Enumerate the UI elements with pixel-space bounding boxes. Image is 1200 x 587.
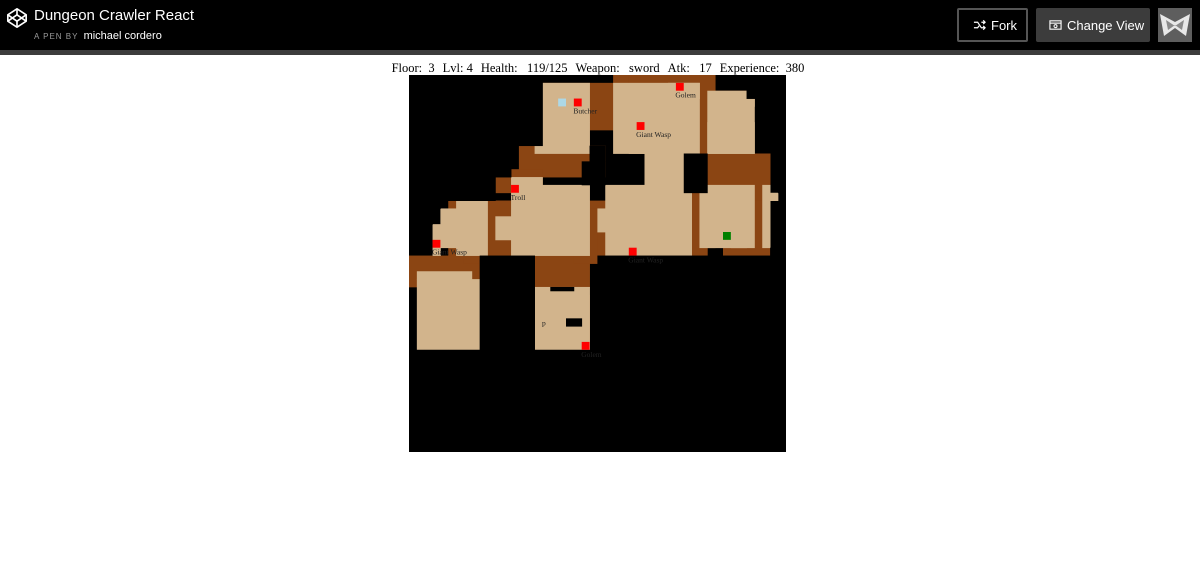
floor-value: 3 [428,61,435,75]
enemy-label: Golem [675,91,696,100]
atk-label: Atk: [667,61,690,75]
void-tile [566,318,583,327]
pen-byline: A PEN BY michael cordero [34,30,162,42]
fork-button[interactable]: Fork [957,8,1028,42]
header-divider [0,50,1200,55]
floor-tile [770,192,779,201]
void-tile [597,255,786,351]
health-value: 119/125 [527,61,568,75]
player-marker [723,232,731,240]
void-tile [409,224,426,233]
enemy-label: Giant Wasp [636,130,671,139]
void-tile [409,208,433,225]
fork-icon [973,19,986,31]
game-board[interactable]: Butcher Golem Giant Wasp Troll Giant Wasp Gia… [409,75,786,452]
floor-tile [644,153,685,186]
enemy-marker [675,82,684,91]
change-view-button-label: Change View [1067,17,1145,33]
floor-tile [416,271,473,280]
experience-value: 380 [785,61,805,75]
floor-tile [495,216,520,241]
void-tile [581,161,606,186]
codepen-logo-icon[interactable] [6,7,28,29]
enemy-label: Butcher [573,106,597,115]
enemy-marker [511,184,519,193]
void-tile [409,145,512,178]
floor-tile [542,82,590,123]
void-tile [777,145,786,194]
void-tile [409,75,543,147]
change-view-icon [1049,20,1062,30]
user-avatar[interactable] [1158,8,1192,42]
enemy-marker [581,341,590,350]
void-tile [409,200,441,209]
fork-button-label: Fork [991,17,1017,33]
experience-label: Experience: [719,61,780,75]
floor-tile [511,177,543,186]
weapon-label: Weapon: [575,61,620,75]
change-view-button[interactable]: Change View [1036,8,1150,42]
enemy-label: Golem [581,350,602,359]
floor-tile [534,122,590,154]
floor-tile [707,122,755,154]
void-tile [409,349,786,452]
dungeon-map[interactable]: Butcher Golem Giant Wasp Troll Giant Wasp Gia… [409,75,786,452]
atk-value: 17 [699,61,712,75]
floor-tile [605,184,692,256]
enemy-marker [636,122,645,130]
void-tile [589,145,606,162]
void-tile [550,286,575,292]
void-tile [762,98,786,147]
author-link[interactable]: michael cordero [84,30,162,42]
byline-prefix: A PEN BY [34,32,79,41]
floor-tile [416,279,481,351]
enemy-label: Troll [511,193,526,202]
enemy-marker [573,98,582,107]
weapon-value: sword [629,61,660,75]
floor-tile [730,232,747,249]
enemy-label: p [542,318,546,327]
item-marker [558,98,566,107]
enemy-label: Giant Wasp [628,256,663,265]
void-tile [683,153,708,194]
floor-tile [440,208,457,249]
floor-tile [762,184,771,249]
void-tile [770,247,786,264]
lvl-value: 4 [466,61,473,75]
pen-title: Dungeon Crawler React [34,7,195,24]
stats-bar: Floor: 3 Lvl: 4 Health: 119/125 Weapon: swo… [0,61,1196,76]
enemy-marker [628,247,637,256]
enemy-label: Giant Wasp [432,248,467,257]
floor-tile [730,98,755,107]
void-tile [746,75,786,99]
floor-tile [424,341,449,351]
lvl-label: Lvl: [442,61,464,75]
floor-tile [597,208,614,233]
health-label: Health: [480,61,518,75]
floor-label: Floor: [391,61,423,75]
codepen-header: Dungeon Crawler React A PEN BY michael c… [0,0,1200,50]
enemy-marker [432,239,441,248]
void-tile [409,177,496,201]
